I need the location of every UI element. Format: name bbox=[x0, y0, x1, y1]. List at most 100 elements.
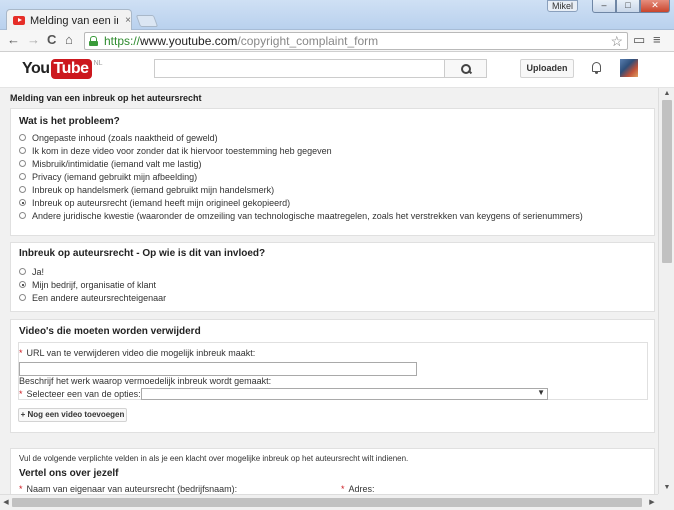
radio-button[interactable] bbox=[19, 147, 26, 154]
select-label-text: Selecteer een van de opties: bbox=[26, 389, 141, 399]
page-title: Melding van een inbreuk op het auteursre… bbox=[10, 93, 202, 103]
affected-option[interactable]: Mijn bedrijf, organisatie of klant bbox=[19, 278, 654, 291]
radio-button-selected[interactable] bbox=[19, 281, 26, 288]
required-asterisk: * bbox=[19, 484, 23, 494]
problem-option-label: Andere juridische kwestie (waaronder de … bbox=[32, 210, 583, 221]
required-asterisk: * bbox=[19, 389, 23, 399]
owner-label-text: Naam van eigenaar van auteursrecht (bedr… bbox=[26, 484, 238, 494]
reload-icon[interactable]: C bbox=[47, 33, 56, 47]
radio-button-selected[interactable] bbox=[19, 199, 26, 206]
problem-card: Wat is het probleem? Ongepaste inhoud (z… bbox=[10, 108, 655, 236]
avatar[interactable] bbox=[620, 59, 638, 77]
tab-title: Melding van een inbreuk o bbox=[30, 14, 118, 27]
problem-option-label: Inbreuk op auteursrecht (iemand heeft mi… bbox=[32, 197, 291, 208]
problem-option[interactable]: Misbruik/intimidatie (iemand valt me las… bbox=[19, 157, 654, 170]
affected-option-label: Mijn bedrijf, organisatie of klant bbox=[32, 279, 157, 290]
address-bar[interactable]: https:// www.youtube.com /copyright_comp… bbox=[84, 32, 628, 50]
problem-option-label: Inbreuk op handelsmerk (iemand gebruikt … bbox=[32, 184, 275, 195]
problem-option-label: Misbruik/intimidatie (iemand valt me las… bbox=[32, 158, 202, 169]
home-icon[interactable]: ⌂ bbox=[65, 33, 73, 47]
vertical-scrollbar[interactable]: ▲ ▼ bbox=[658, 88, 674, 494]
videos-card: Video's die moeten worden verwijderd * U… bbox=[10, 319, 655, 433]
new-tab-button[interactable] bbox=[135, 15, 159, 27]
search-input[interactable] bbox=[154, 59, 445, 78]
youtube-header: You Tube NL Uploaden bbox=[0, 53, 674, 88]
address-label-text: Adres: bbox=[348, 484, 375, 494]
horizontal-scrollbar[interactable]: ◀ ▶ bbox=[0, 494, 658, 510]
window-titlebar: Melding van een inbreuk o × Mikel – □ ✕ bbox=[0, 0, 674, 31]
problem-option[interactable]: Ik kom in deze video voor zonder dat ik … bbox=[19, 144, 654, 157]
radio-button[interactable] bbox=[19, 186, 26, 193]
problem-card-title: Wat is het probleem? bbox=[19, 116, 120, 127]
search-button[interactable] bbox=[444, 59, 487, 78]
browser-toolbar: ← → C ⌂ https:// www.youtube.com /copyri… bbox=[0, 30, 674, 52]
tab-close-icon[interactable]: × bbox=[125, 15, 131, 26]
owner-name-label: * Naam van eigenaar van auteursrecht (bed… bbox=[19, 484, 237, 494]
lock-icon bbox=[89, 36, 98, 46]
scroll-left-icon[interactable]: ◀ bbox=[0, 495, 12, 510]
address-label: * Adres: bbox=[341, 484, 375, 494]
required-asterisk: * bbox=[341, 484, 345, 494]
cast-icon[interactable]: ▭ bbox=[633, 33, 645, 47]
add-video-button[interactable]: + Nog een video toevoegen bbox=[18, 408, 127, 422]
affected-option[interactable]: Een andere auteursrechteigenaar bbox=[19, 291, 654, 304]
problem-option[interactable]: Ongepaste inhoud (zoals naaktheid of gew… bbox=[19, 131, 654, 144]
url-host: www.youtube.com bbox=[140, 34, 238, 48]
problem-option-label: Ongepaste inhoud (zoals naaktheid of gew… bbox=[32, 132, 218, 143]
affected-card: Inbreuk op auteursrecht - Op wie is dit … bbox=[10, 242, 655, 312]
url-path: /copyright_complaint_form bbox=[237, 34, 379, 48]
radio-button[interactable] bbox=[19, 173, 26, 180]
radio-button[interactable] bbox=[19, 212, 26, 219]
radio-button[interactable] bbox=[19, 160, 26, 167]
menu-icon[interactable]: ≡ bbox=[653, 33, 661, 47]
problem-option[interactable]: Privacy (iemand gebruikt mijn afbeelding… bbox=[19, 170, 654, 183]
logo-country-code: NL bbox=[93, 60, 103, 67]
describe-work-label: Beschrijf het werk waarop vermoedelijk i… bbox=[19, 376, 272, 386]
problem-option-label: Ik kom in deze video voor zonder dat ik … bbox=[32, 145, 332, 156]
problem-option[interactable]: Inbreuk op handelsmerk (iemand gebruikt … bbox=[19, 183, 654, 196]
browser-tab[interactable]: Melding van een inbreuk o × bbox=[6, 9, 132, 31]
youtube-logo[interactable]: You Tube NL bbox=[22, 59, 103, 79]
scroll-right-icon[interactable]: ▶ bbox=[646, 495, 658, 510]
notifications-bell-icon[interactable] bbox=[591, 61, 602, 74]
logo-tube-text: Tube bbox=[50, 59, 92, 79]
videos-card-title: Video's die moeten worden verwijderd bbox=[19, 326, 201, 337]
search-icon bbox=[460, 63, 471, 74]
youtube-favicon-icon bbox=[13, 16, 25, 25]
problem-options: Ongepaste inhoud (zoals naaktheid of gew… bbox=[19, 131, 654, 222]
back-arrow-icon[interactable]: ← bbox=[7, 33, 20, 47]
radio-button[interactable] bbox=[19, 294, 26, 301]
horizontal-scroll-thumb[interactable] bbox=[12, 498, 642, 507]
problem-option[interactable]: Andere juridische kwestie (waaronder de … bbox=[19, 209, 654, 222]
scroll-up-icon[interactable]: ▲ bbox=[659, 88, 674, 100]
forward-arrow-icon[interactable]: → bbox=[27, 33, 40, 47]
profile-name-badge[interactable]: Mikel bbox=[546, 0, 578, 12]
video-entry: * URL van te verwijderen video die mogel… bbox=[18, 342, 648, 400]
about-card: Vul de volgende verplichte velden in als… bbox=[10, 448, 655, 494]
scroll-down-icon[interactable]: ▼ bbox=[659, 482, 674, 494]
url-field-label: * URL van te verwijderen video die mogel… bbox=[19, 348, 255, 358]
logo-you-text: You bbox=[22, 60, 50, 77]
scrollbar-corner bbox=[658, 494, 674, 510]
vertical-scroll-thumb[interactable] bbox=[662, 100, 672, 263]
required-fields-note: Vul de volgende verplichte velden in als… bbox=[19, 454, 409, 463]
work-type-select[interactable]: ▼ bbox=[141, 388, 548, 400]
about-card-title: Vertel ons over jezelf bbox=[19, 468, 119, 479]
upload-button[interactable]: Uploaden bbox=[520, 59, 574, 78]
minimize-button[interactable]: – bbox=[592, 0, 616, 13]
dropdown-arrow-icon: ▼ bbox=[537, 388, 545, 397]
page-content: Melding van een inbreuk op het auteursre… bbox=[0, 88, 658, 494]
radio-button[interactable] bbox=[19, 268, 26, 275]
problem-option[interactable]: Inbreuk op auteursrecht (iemand heeft mi… bbox=[19, 196, 654, 209]
select-label: * Selecteer een van de opties: bbox=[19, 389, 141, 399]
video-url-input[interactable] bbox=[19, 362, 417, 376]
affected-card-title: Inbreuk op auteursrecht - Op wie is dit … bbox=[19, 248, 266, 259]
radio-button[interactable] bbox=[19, 134, 26, 141]
bookmark-star-icon[interactable]: ☆ bbox=[610, 33, 623, 50]
affected-option[interactable]: Ja! bbox=[19, 265, 654, 278]
affected-option-label: Een andere auteursrechteigenaar bbox=[32, 292, 167, 303]
close-window-button[interactable]: ✕ bbox=[640, 0, 670, 13]
url-label-text: URL van te verwijderen video die mogelij… bbox=[26, 348, 256, 358]
required-asterisk: * bbox=[19, 348, 23, 358]
maximize-button[interactable]: □ bbox=[616, 0, 640, 13]
